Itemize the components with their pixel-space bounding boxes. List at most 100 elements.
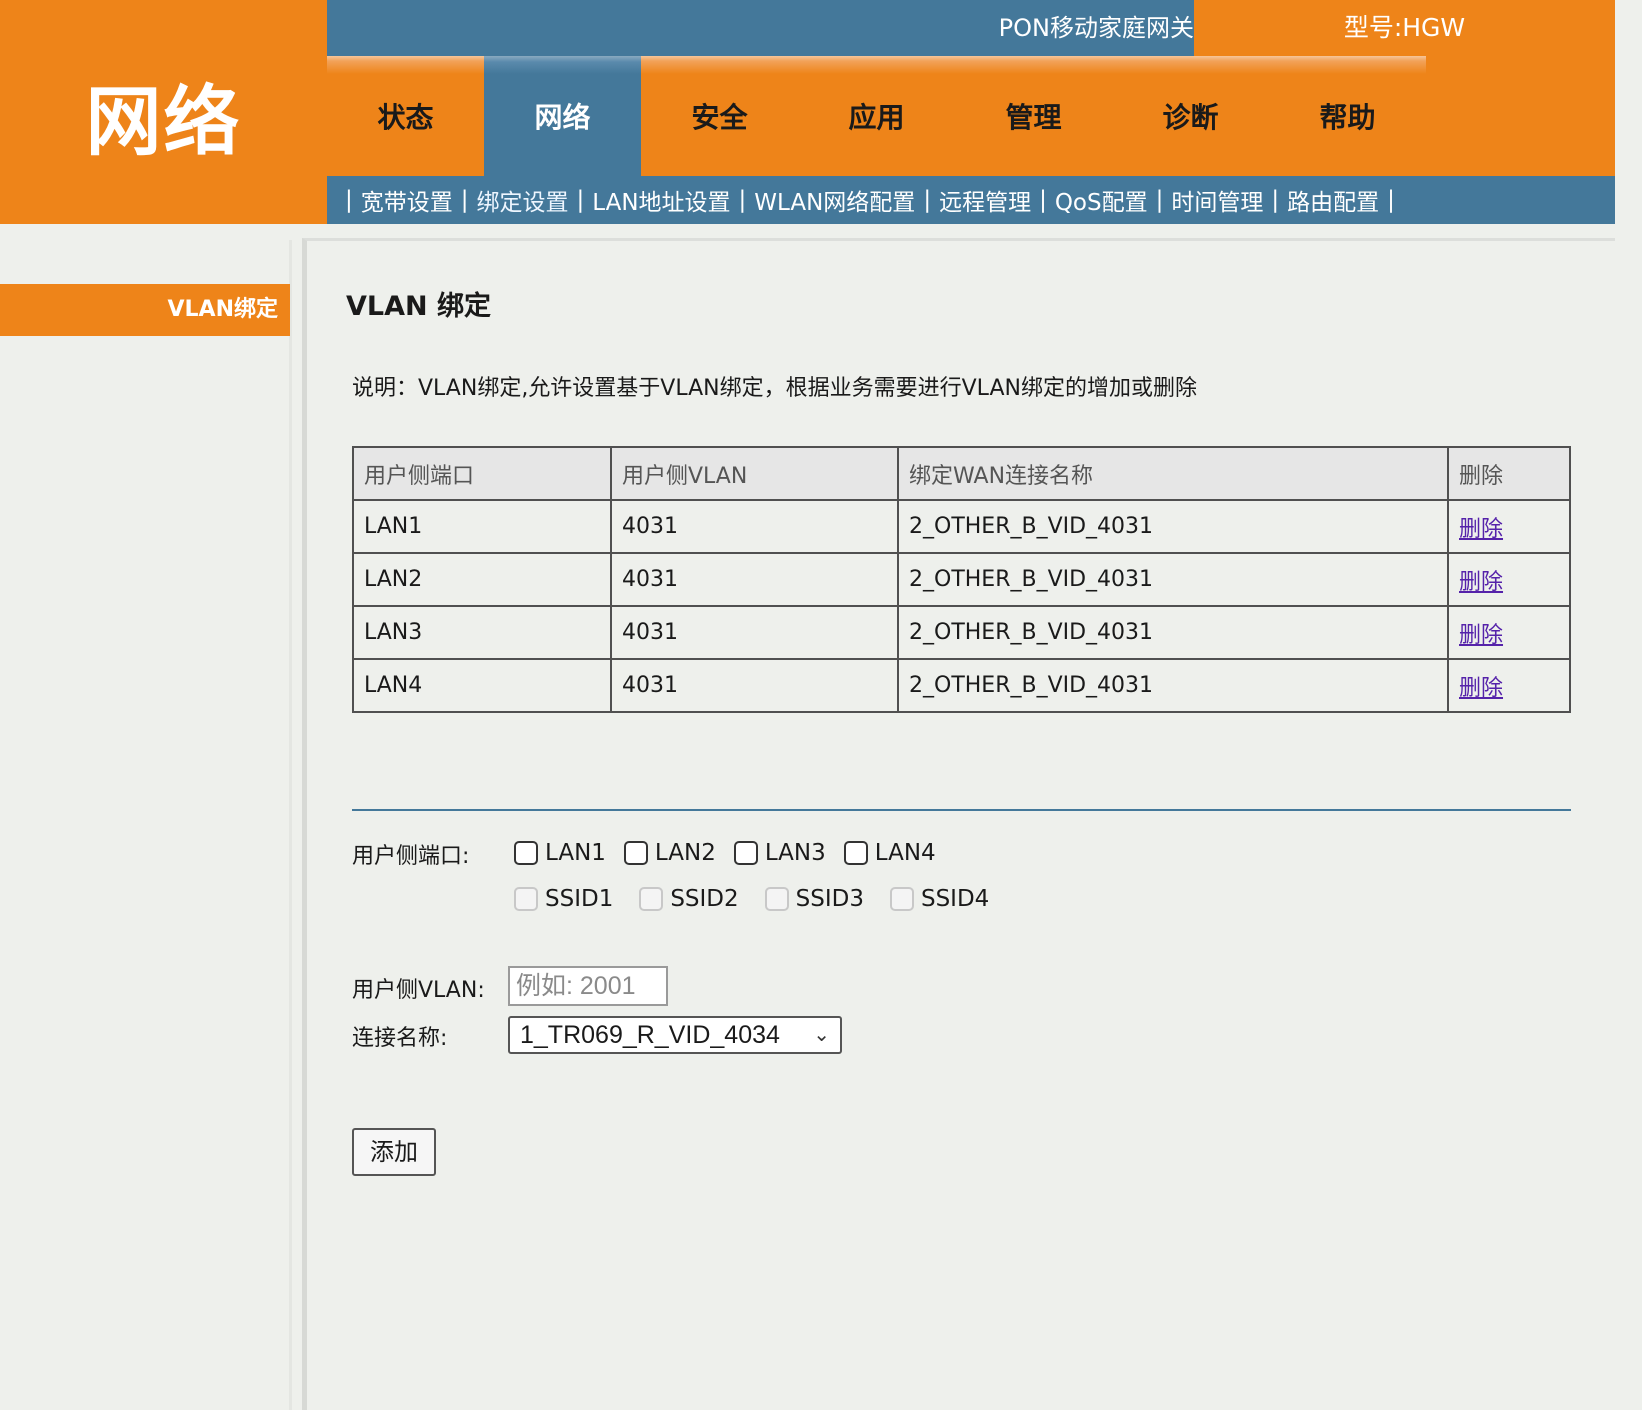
lan-port-checkboxes: LAN1 LAN2 LAN3 LAN4 — [514, 840, 954, 866]
connection-name-value: 1_TR069_R_VID_4034 — [520, 1021, 780, 1049]
lan2-label: LAN2 — [654, 840, 716, 866]
chevron-down-icon: ⌄ — [813, 1024, 830, 1046]
ssid1-label: SSID1 — [545, 886, 614, 912]
ssid2-checkbox — [639, 887, 664, 911]
tab-application[interactable]: 应用 — [798, 56, 955, 176]
col-user-port: 用户侧端口 — [352, 446, 612, 501]
ssid4-label: SSID4 — [920, 886, 990, 912]
table-row: LAN3 4031 2_OTHER_B_VID_4031 删除 — [352, 605, 1571, 660]
ssid4-option: SSID4 — [889, 886, 990, 912]
ssid3-checkbox — [764, 887, 789, 911]
delete-link[interactable]: 删除 — [1459, 623, 1503, 648]
subnav-separator: | — [1387, 187, 1395, 213]
ssid4-checkbox — [889, 887, 914, 911]
page-title: VLAN 绑定 — [346, 291, 491, 322]
user-port-label: 用户侧端口: — [352, 844, 470, 869]
content-panel — [302, 238, 1615, 1410]
subnav-binding[interactable]: 绑定设置 — [477, 183, 569, 217]
tab-help[interactable]: 帮助 — [1269, 56, 1426, 176]
ssid1-checkbox — [514, 887, 538, 911]
delete-link[interactable]: 删除 — [1459, 570, 1503, 595]
ssid2-option: SSID2 — [639, 886, 739, 912]
lan3-checkbox[interactable] — [733, 841, 758, 865]
col-delete: 删除 — [1447, 446, 1571, 501]
cell-delete: 删除 — [1447, 605, 1571, 660]
subnav-routing[interactable]: 路由配置 — [1287, 183, 1379, 217]
subnav-separator: | — [738, 187, 747, 213]
sub-navigation: | 宽带设置 | 绑定设置 | LAN地址设置 | WLAN网络配置 | 远程管… — [327, 176, 1615, 224]
subnav-separator: | — [576, 187, 585, 213]
cell-wan-name: 2_OTHER_B_VID_4031 — [897, 552, 1449, 607]
lan1-label: LAN1 — [545, 840, 606, 866]
tab-network[interactable]: 网络 — [484, 56, 641, 176]
cell-delete: 删除 — [1447, 499, 1571, 554]
lan4-option[interactable]: LAN4 — [843, 840, 936, 866]
sidebar-item-vlan-binding[interactable]: VLAN绑定 — [0, 284, 290, 336]
tab-status[interactable]: 状态 — [327, 56, 484, 176]
main-tabs: 状态 网络 安全 应用 管理 诊断 帮助 — [327, 56, 1426, 176]
lan3-label: LAN3 — [764, 840, 826, 866]
sidebar — [0, 240, 290, 1410]
cell-wan-name: 2_OTHER_B_VID_4031 — [897, 499, 1449, 554]
ssid2-label: SSID2 — [670, 886, 739, 912]
ssid-port-checkboxes: SSID1 SSID2 SSID3 SSID4 — [514, 886, 1007, 912]
subnav-wlan-config[interactable]: WLAN网络配置 — [754, 183, 915, 217]
tab-management[interactable]: 管理 — [955, 56, 1112, 176]
ssid3-option: SSID3 — [764, 886, 864, 912]
ssid1-option: SSID1 — [514, 886, 613, 912]
table-row: LAN1 4031 2_OTHER_B_VID_4031 删除 — [352, 499, 1571, 554]
cell-vlan: 4031 — [610, 658, 899, 713]
cell-wan-name: 2_OTHER_B_VID_4031 — [897, 605, 1449, 660]
lan4-label: LAN4 — [874, 840, 936, 866]
col-wan-name: 绑定WAN连接名称 — [897, 446, 1449, 501]
lan2-option[interactable]: LAN2 — [623, 840, 716, 866]
subnav-separator: | — [1155, 187, 1164, 213]
col-user-vlan: 用户侧VLAN — [610, 446, 899, 501]
subnav-separator: | — [1039, 187, 1047, 213]
subnav-separator: | — [1271, 187, 1280, 213]
cell-port: LAN2 — [352, 552, 612, 607]
tab-security[interactable]: 安全 — [641, 56, 798, 176]
subnav-qos[interactable]: QoS配置 — [1055, 183, 1148, 217]
section-divider — [352, 809, 1571, 811]
delete-link[interactable]: 删除 — [1459, 676, 1503, 701]
table-row: LAN2 4031 2_OTHER_B_VID_4031 删除 — [352, 552, 1571, 607]
delete-link[interactable]: 删除 — [1459, 517, 1503, 542]
binding-table: 用户侧端口 用户侧VLAN 绑定WAN连接名称 删除 LAN1 4031 2_O… — [352, 446, 1571, 713]
subnav-broadband[interactable]: 宽带设置 — [361, 183, 453, 217]
lan2-checkbox[interactable] — [623, 841, 648, 865]
user-vlan-input[interactable]: 例如: 2001 — [508, 966, 668, 1006]
subnav-separator: | — [460, 187, 469, 213]
subnav-time-management[interactable]: 时间管理 — [1171, 183, 1263, 217]
lan3-option[interactable]: LAN3 — [733, 840, 826, 866]
connection-name-label: 连接名称: — [352, 1026, 448, 1051]
cell-wan-name: 2_OTHER_B_VID_4031 — [897, 658, 1449, 713]
user-vlan-label: 用户侧VLAN: — [352, 978, 485, 1003]
tab-diagnosis[interactable]: 诊断 — [1112, 56, 1269, 176]
model-label: 型号:HGW — [1343, 13, 1466, 42]
brand-title: 网络 — [85, 77, 242, 166]
subnav-lan-address[interactable]: LAN地址设置 — [592, 183, 730, 217]
cell-delete: 删除 — [1447, 552, 1571, 607]
lan1-checkbox[interactable] — [514, 841, 538, 865]
table-row: LAN4 4031 2_OTHER_B_VID_4031 删除 — [352, 658, 1571, 713]
subnav-separator: | — [345, 187, 353, 213]
cell-vlan: 4031 — [610, 499, 899, 554]
sidebar-divider — [289, 240, 292, 1410]
ssid3-label: SSID3 — [795, 886, 864, 912]
cell-vlan: 4031 — [610, 605, 899, 660]
cell-port: LAN3 — [352, 605, 612, 660]
header-edge — [1615, 0, 1642, 224]
subnav-separator: | — [923, 187, 932, 213]
cell-delete: 删除 — [1447, 658, 1571, 713]
add-button[interactable]: 添加 — [352, 1128, 436, 1176]
cell-port: LAN1 — [352, 499, 612, 554]
product-name: PON移动家庭网关 — [998, 14, 1194, 42]
connection-name-select[interactable]: 1_TR069_R_VID_4034 ⌄ — [508, 1016, 842, 1054]
table-header-row: 用户侧端口 用户侧VLAN 绑定WAN连接名称 删除 — [352, 446, 1571, 501]
cell-port: LAN4 — [352, 658, 612, 713]
cell-vlan: 4031 — [610, 552, 899, 607]
lan1-option[interactable]: LAN1 — [514, 840, 606, 866]
lan4-checkbox[interactable] — [843, 841, 868, 865]
subnav-remote-management[interactable]: 远程管理 — [939, 183, 1031, 217]
